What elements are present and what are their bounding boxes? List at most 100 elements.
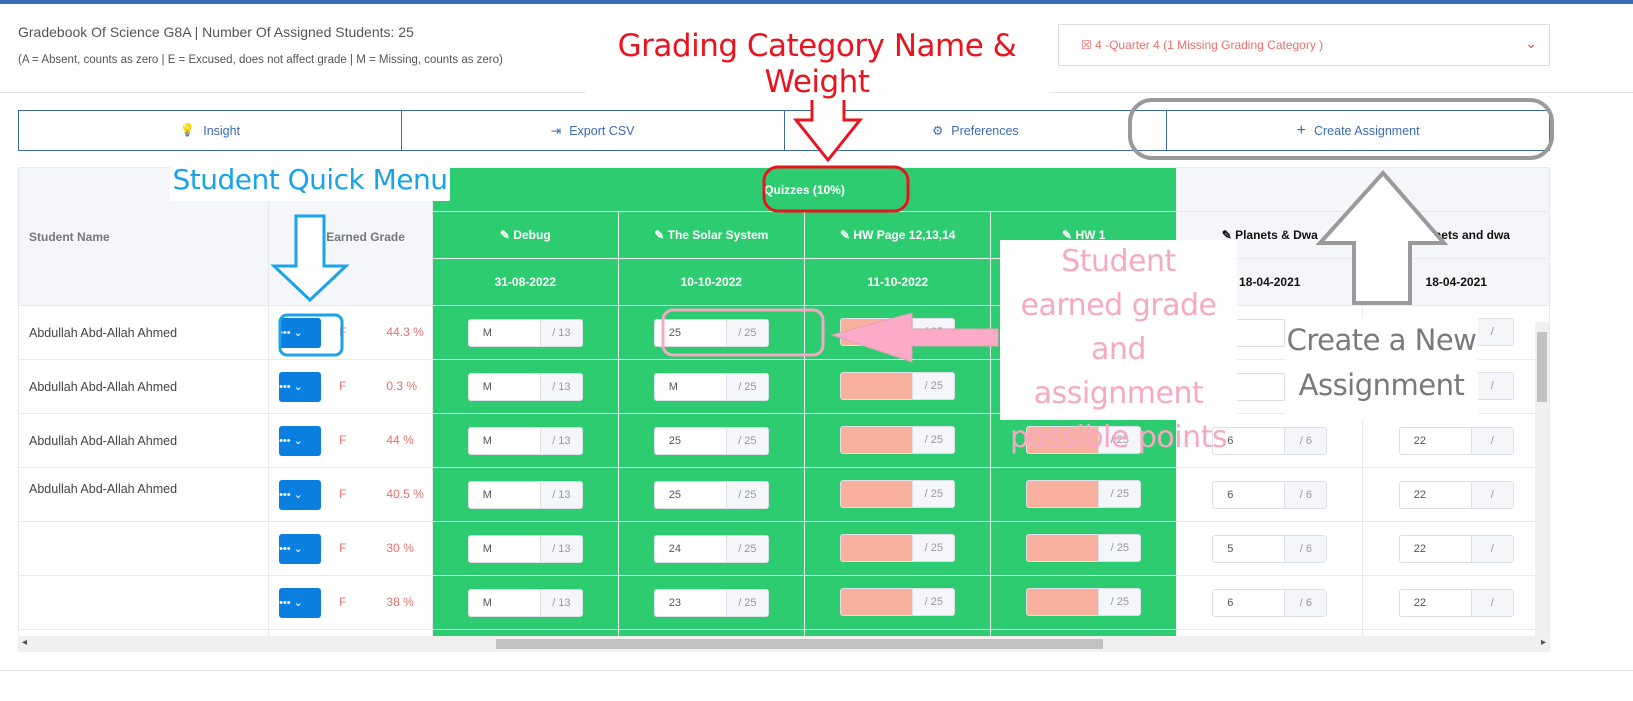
score-input[interactable]: M/ 13	[467, 534, 583, 563]
horizontal-scrollbar[interactable]: ◂ ▸	[18, 636, 1550, 652]
preferences-button[interactable]: ⚙ Preferences	[785, 111, 1168, 150]
score-input[interactable]: 22/	[1398, 426, 1514, 455]
pencil-icon[interactable]: ✎	[500, 228, 510, 242]
pencil-icon[interactable]: ✎	[1403, 228, 1413, 242]
score-input[interactable]: 25/ 25	[653, 318, 769, 347]
grade-percent: 30 %	[386, 540, 414, 555]
earned-points[interactable]	[841, 372, 913, 399]
score-input[interactable]: M/ 13	[467, 372, 583, 401]
score-input[interactable]: 25/ 25	[653, 480, 769, 509]
earned-points[interactable]: 6	[1213, 590, 1284, 616]
score-input[interactable]: / 25	[840, 533, 956, 562]
score-input[interactable]: M/ 13	[467, 480, 583, 509]
create-label: Create Assignment	[1313, 123, 1420, 138]
score-input[interactable]: 22/	[1398, 534, 1514, 563]
earned-points[interactable]	[841, 588, 913, 615]
scrollbar-thumb[interactable]	[1537, 332, 1547, 402]
score-cell: 25/ 25	[617, 305, 806, 360]
score-input[interactable]: / 25	[840, 479, 956, 508]
assignment-name: Debug	[513, 228, 551, 242]
assignment-header[interactable]: ✎ Debug	[432, 211, 619, 259]
chevron-down-icon: ⌄	[1525, 35, 1537, 51]
student-name	[18, 575, 270, 630]
score-input[interactable]: 22/	[1398, 480, 1514, 509]
score-input[interactable]: 5/ 6	[1212, 534, 1328, 563]
score-input[interactable]: 23/ 25	[653, 588, 769, 617]
earned-points[interactable]: 25	[655, 482, 726, 508]
earned-points[interactable]: 22	[1400, 482, 1471, 508]
score-input[interactable]: / 25	[1026, 479, 1142, 508]
score-input[interactable]: M/ 25	[653, 372, 769, 401]
table-row: Abdullah Abd-Allah Ahmed ••• ⌄ F 40.5 % M/ 1…	[18, 467, 1550, 522]
earned-points[interactable]: M	[469, 536, 540, 562]
score-input[interactable]: 24/ 25	[653, 534, 769, 563]
quarter-select[interactable]: ☒ 4 -Quarter 4 (1 Missing Grading Catego…	[1058, 24, 1550, 66]
student-quick-menu-button[interactable]: ••• ⌄	[279, 479, 322, 510]
score-input[interactable]: / 25	[840, 587, 956, 616]
score-input[interactable]: 6/ 6	[1212, 588, 1328, 617]
pencil-icon[interactable]: ✎	[840, 228, 850, 242]
vertical-scrollbar[interactable]	[1535, 322, 1549, 636]
possible-points: / 13	[539, 481, 582, 508]
student-quick-menu-button[interactable]: ••• ⌄	[279, 533, 322, 564]
assignment-header[interactable]: ✎ The Solar System	[617, 211, 806, 259]
score-input[interactable]: / 25	[1026, 587, 1142, 616]
score-input[interactable]: 6/ 6	[1212, 426, 1328, 455]
score-input[interactable]: 6/ 6	[1212, 480, 1328, 509]
earned-points[interactable]: M	[469, 590, 540, 616]
assignment-header[interactable]: ✎ HW Page 12,13,14	[804, 211, 992, 259]
earned-points[interactable]: M	[469, 374, 540, 400]
scroll-left-icon[interactable]: ◂	[22, 637, 27, 648]
possible-points: /	[1470, 535, 1513, 562]
earned-points[interactable]: 22	[1400, 536, 1471, 562]
earned-points[interactable]: 23	[655, 590, 726, 616]
earned-points[interactable]: M	[469, 320, 540, 346]
earned-points[interactable]: M	[469, 428, 540, 454]
assignment-header[interactable]: ✎ Planets and dwa	[1362, 211, 1550, 259]
score-input[interactable]: 22/	[1398, 588, 1514, 617]
earned-points[interactable]: 25	[655, 428, 726, 454]
score-input[interactable]: M/ 13	[467, 318, 583, 347]
earned-points[interactable]: 22	[1400, 590, 1471, 616]
possible-points: / 13	[539, 427, 582, 454]
quarter-select-value: ☒ 4 -Quarter 4 (1 Missing Grading Catego…	[1081, 38, 1324, 52]
student-quick-menu-button[interactable]: ••• ⌄	[279, 587, 322, 618]
insight-button[interactable]: 💡 Insight	[19, 111, 402, 150]
export-csv-button[interactable]: ⇥ Export CSV	[402, 111, 785, 150]
score-input[interactable]: / 25	[840, 425, 956, 454]
student-quick-menu-button[interactable]: ••• ⌄	[279, 425, 322, 456]
score-input[interactable]: M/ 13	[467, 588, 583, 617]
earned-points[interactable]	[841, 426, 913, 453]
possible-points: / 13	[539, 589, 582, 616]
earned-grade-cell: ••• ⌄ F 44 %	[268, 413, 434, 468]
earned-points[interactable]	[1027, 588, 1099, 615]
earned-points[interactable]: M	[469, 482, 540, 508]
scroll-right-icon[interactable]: ▸	[1541, 637, 1546, 648]
earned-points[interactable]	[841, 318, 913, 345]
earned-points[interactable]	[841, 480, 913, 507]
earned-points[interactable]: 24	[655, 536, 726, 562]
student-quick-menu-button[interactable]: ••• ⌄	[279, 317, 322, 348]
score-input[interactable]: / 25	[840, 371, 956, 400]
score-input[interactable]: M/ 13	[467, 426, 583, 455]
score-cell: 6/ 6	[1176, 575, 1364, 630]
student-quick-menu-button[interactable]: ••• ⌄	[279, 371, 322, 402]
earned-points[interactable]	[1027, 480, 1099, 507]
scrollbar-thumb[interactable]	[496, 639, 1103, 649]
earned-points[interactable]: 25	[655, 320, 726, 346]
earned-points[interactable]	[1027, 534, 1099, 561]
earned-points[interactable]	[841, 534, 913, 561]
letter-grade: F	[339, 432, 347, 447]
pencil-icon[interactable]: ✎	[654, 228, 664, 242]
earned-points[interactable]: M	[655, 374, 726, 400]
score-input[interactable]: / 25	[840, 317, 956, 346]
earned-points[interactable]: 22	[1400, 428, 1471, 454]
earned-points[interactable]: 5	[1213, 536, 1284, 562]
grade-percent: 44.3 %	[386, 324, 424, 339]
score-input[interactable]: / 25	[1026, 533, 1142, 562]
score-cell: M/ 13	[432, 521, 619, 576]
earned-points[interactable]: 6	[1213, 482, 1284, 508]
score-input[interactable]: 25/ 25	[653, 426, 769, 455]
score-cell: M/ 13	[432, 413, 619, 468]
create-assignment-button[interactable]: + Create Assignment	[1167, 111, 1549, 150]
